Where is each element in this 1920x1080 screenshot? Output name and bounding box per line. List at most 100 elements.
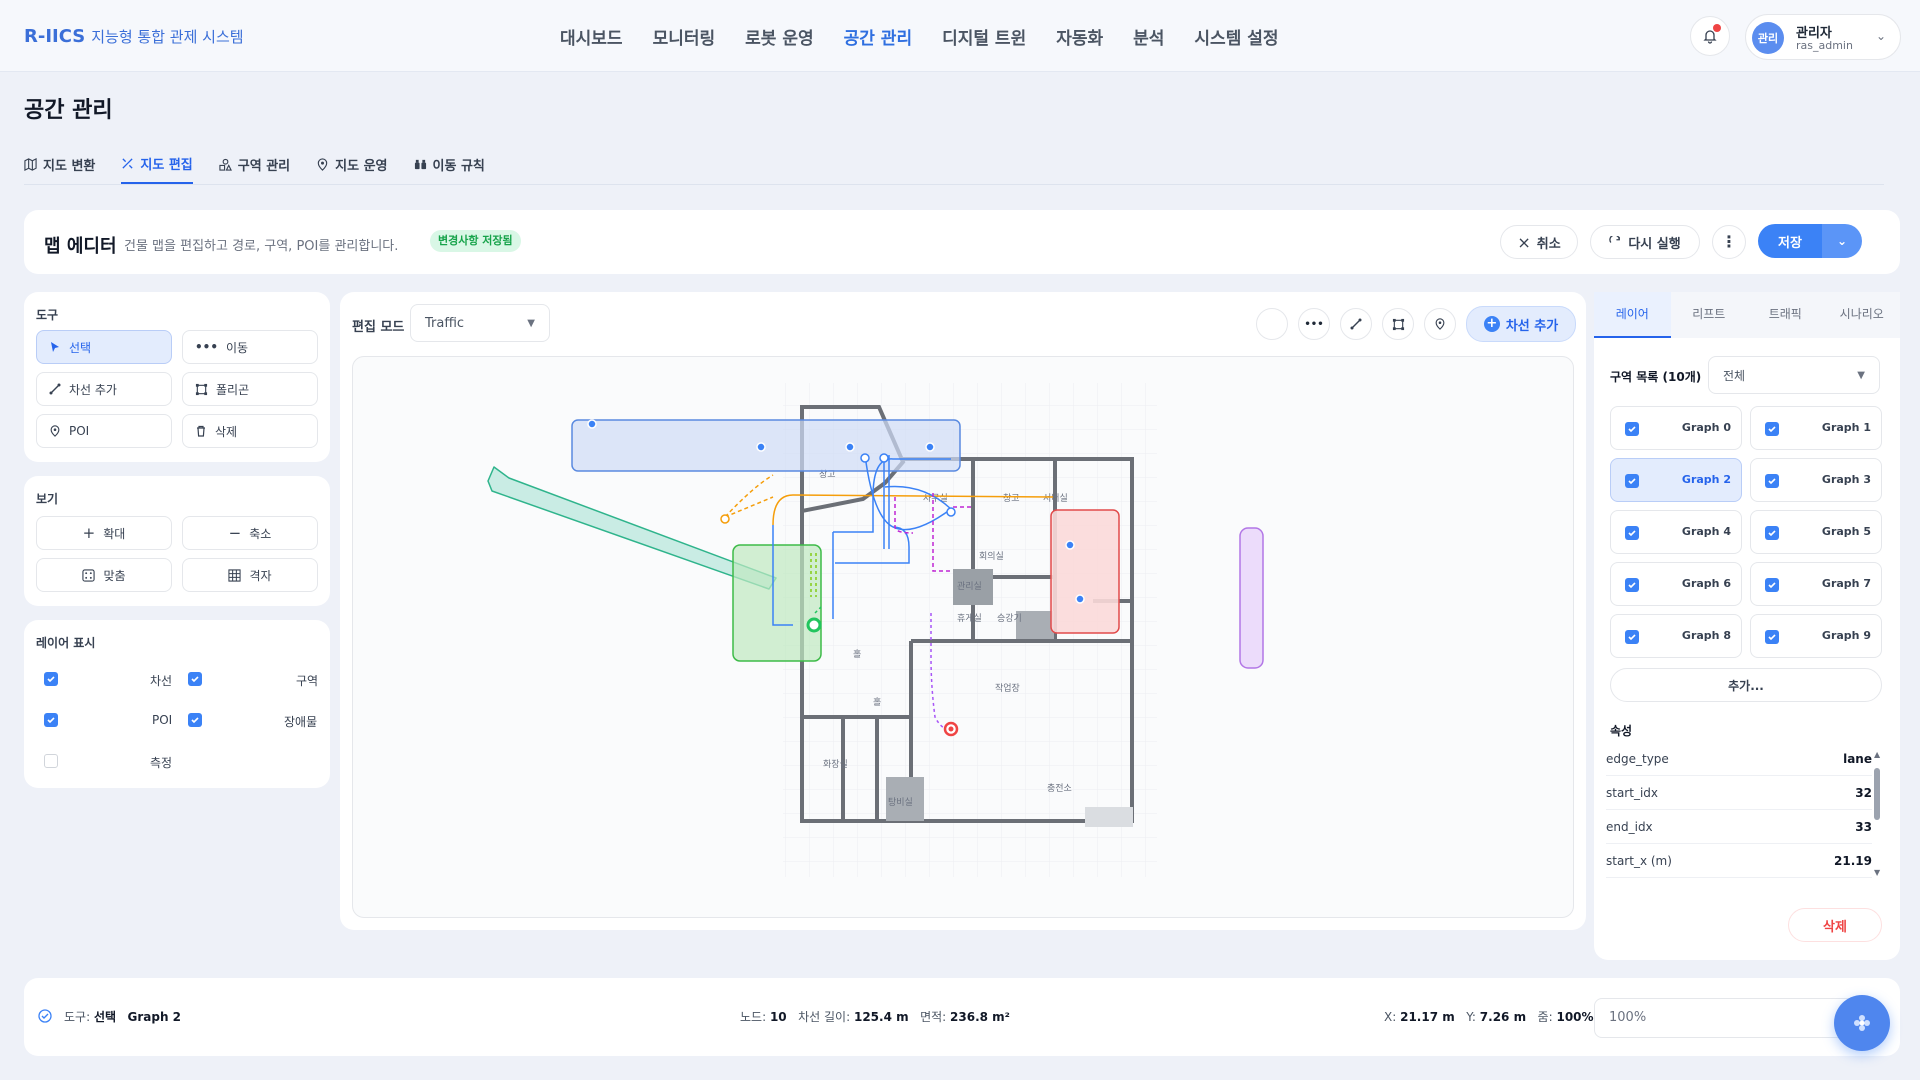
tab-map-convert[interactable]: 지도 변환 [24,144,95,184]
nav-system-settings[interactable]: 시스템 설정 [1194,24,1278,49]
lane-path [724,474,774,518]
graph-checkbox[interactable] [1625,474,1639,488]
zone-graph-0[interactable] [571,419,961,472]
graph-checkbox[interactable] [1765,422,1779,436]
tab-zone-management[interactable]: 구역 관리 [219,144,290,184]
edit-mode-select[interactable]: Traffic ▼ [410,304,550,342]
graph-checkbox[interactable] [1765,630,1779,644]
graph-checkbox[interactable] [1765,474,1779,488]
zoom-input[interactable]: 100% [1594,998,1854,1038]
nav-automation[interactable]: 자동화 [1056,24,1103,49]
grid-button[interactable]: 격자 [182,558,318,592]
tool-delete-button[interactable]: 삭제 [182,414,318,448]
floor-map[interactable]: 창고 사무실 창고 서버실 회의실 관리실 휴게실 승강기 홀 홀 화장실 탕비… [353,357,1574,918]
plus-icon: + [82,524,96,542]
tab-lift[interactable]: 리프트 [1670,292,1747,338]
graph-checkbox[interactable] [1765,526,1779,540]
tab-movement-rules[interactable]: 이동 규칙 [414,144,485,184]
add-zone-button[interactable]: 추가... [1610,668,1882,702]
graph-item-6[interactable]: Graph 6 [1610,562,1742,606]
tab-scenario[interactable]: 시나리오 [1823,292,1900,338]
layer-obstacle-checkbox[interactable] [188,713,202,727]
graph-checkbox[interactable] [1625,630,1639,644]
graph-item-9[interactable]: Graph 9 [1750,614,1882,658]
polygon-icon [1392,318,1404,330]
zoom-out-button[interactable]: − 축소 [182,516,318,550]
color-picker-button[interactable] [1256,308,1288,340]
tab-layer[interactable]: 레이어 [1594,292,1671,338]
fit-button[interactable]: 맞춤 [36,558,172,592]
location-pin-icon [317,157,328,171]
nav-robot-ops[interactable]: 로봇 운영 [745,24,813,49]
tool-add-lane-button[interactable]: 차선 추가 [36,372,172,406]
map-icon [24,157,37,171]
tool-poi-button[interactable]: POI [36,414,172,448]
more-options-button[interactable]: ⋮ [1712,225,1746,259]
user-menu[interactable]: 관리 관리자 ras_admin ⌄ [1745,14,1901,60]
scroll-up-icon[interactable]: ▲ [1874,750,1880,759]
properties-scrollbar[interactable]: ▲ ▼ [1874,750,1880,880]
assistant-fab-button[interactable] [1834,995,1890,1051]
tool-polygon-button[interactable]: 폴리곤 [182,372,318,406]
save-button[interactable]: 저장 [1758,224,1822,258]
graph-item-8[interactable]: Graph 8 [1610,614,1742,658]
nav-digital-twin[interactable]: 디지털 트윈 [942,24,1026,49]
tab-map-edit[interactable]: 지도 편집 [121,144,193,184]
delete-zone-button[interactable]: 삭제 [1788,908,1882,942]
layer-poi-checkbox[interactable] [44,713,58,727]
add-lane-button[interactable]: + 차선 추가 [1466,306,1576,342]
line-icon [49,383,61,395]
more-vertical-icon: ⋮ [1721,232,1737,251]
poi-tool-button[interactable] [1424,308,1456,340]
nav-monitoring[interactable]: 모니터링 [653,24,716,49]
zone-graph-3[interactable] [732,544,822,662]
graph-item-2[interactable]: Graph 2 [1610,458,1742,502]
edit-tools-icon [122,157,133,169]
graph-item-3[interactable]: Graph 3 [1750,458,1882,502]
tool-move-button[interactable]: ••• 이동 [182,330,318,364]
scrollbar-thumb[interactable] [1874,768,1880,820]
tab-divider [24,184,1884,185]
graph-checkbox[interactable] [1625,526,1639,540]
room-label: 관리실 [957,581,982,592]
zoom-in-button[interactable]: + 확대 [36,516,172,550]
graph-checkbox[interactable] [1765,578,1779,592]
graph-checkbox[interactable] [1625,578,1639,592]
layer-zone-checkbox[interactable] [188,672,202,686]
scroll-down-icon[interactable]: ▼ [1874,868,1880,877]
nav-analysis[interactable]: 분석 [1133,24,1164,49]
redo-button[interactable]: 다시 실행 [1590,225,1700,259]
graph-item-4[interactable]: Graph 4 [1610,510,1742,554]
check-icon [1768,634,1776,641]
zone-graph-5[interactable] [1239,527,1264,669]
layer-lane-checkbox[interactable] [44,672,58,686]
check-icon [47,676,55,683]
graph-item-0[interactable]: Graph 0 [1610,406,1742,450]
more-tools-button[interactable]: ••• [1298,308,1330,340]
zone-filter-select[interactable]: 전체 ▼ [1708,356,1880,394]
graph-item-7[interactable]: Graph 7 [1750,562,1882,606]
cancel-button[interactable]: × 취소 [1500,225,1578,259]
tab-traffic[interactable]: 트래픽 [1747,292,1824,338]
layer-measure-checkbox[interactable] [44,754,58,768]
polygon-icon [195,383,208,395]
graph-checkbox[interactable] [1625,422,1639,436]
app-subtitle: 지능형 통합 관제 시스템 [91,28,244,46]
status-coordinates: X: 21.17 m Y: 7.26 m 줌: 100% [1384,1010,1594,1024]
polygon-tool-button[interactable] [1382,308,1414,340]
check-icon [1628,582,1636,589]
nav-dashboard[interactable]: 대시보드 [560,24,623,49]
graph-item-1[interactable]: Graph 1 [1750,406,1882,450]
app-logo[interactable]: R-IICS 지능형 통합 관제 시스템 [24,26,244,47]
notification-button[interactable] [1690,16,1730,56]
zone-graph-4[interactable] [1050,509,1120,634]
map-viewport[interactable]: 창고 사무실 창고 서버실 회의실 관리실 휴게실 승강기 홀 홀 화장실 탕비… [352,356,1574,918]
graph-item-5[interactable]: Graph 5 [1750,510,1882,554]
lane-tool-button[interactable] [1340,308,1372,340]
tab-map-operation[interactable]: 지도 운영 [316,144,388,184]
tool-select-button[interactable]: 선택 [36,330,172,364]
property-row: end_idx 33 [1606,810,1872,844]
save-dropdown-button[interactable]: ⌄ [1822,224,1862,258]
room-label: 승강기 [997,613,1022,624]
nav-space-management[interactable]: 공간 관리 [844,24,912,49]
